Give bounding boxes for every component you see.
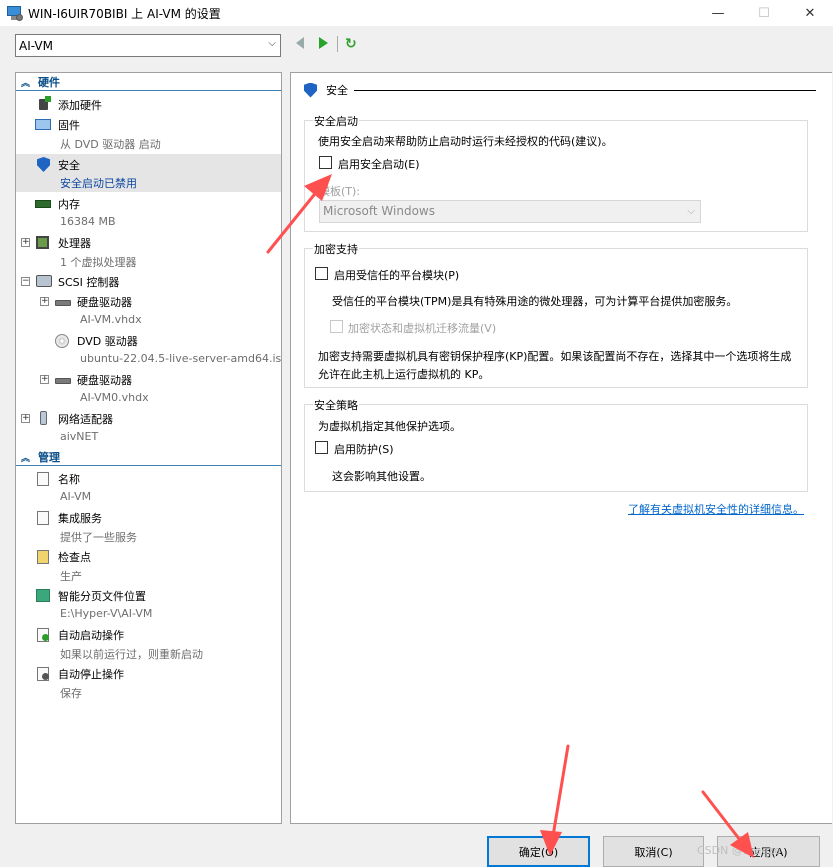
encrypt-traffic-checkbox[interactable] xyxy=(330,320,343,333)
tree-item-name[interactable]: 名称 AI-VM xyxy=(16,469,281,505)
template-label: 模板(T): xyxy=(319,185,361,198)
tree-item-scsi-controller[interactable]: − SCSI 控制器 xyxy=(16,272,281,290)
chevron-down-icon: ⌵ xyxy=(268,38,276,49)
scsi-controller-icon xyxy=(36,275,52,287)
tree-item-smart-paging[interactable]: 智能分页文件位置 E:\Hyper-V\AI-VM xyxy=(16,586,281,622)
encryption-support-group: 加密支持 启用受信任的平台模块(P) 受信任的平台模块(TPM)是具有特殊用途的… xyxy=(304,241,808,388)
panel-title: 安全 xyxy=(326,84,348,97)
tpm-checkbox-label[interactable]: 启用受信任的平台模块(P) xyxy=(334,267,459,283)
shielding-checkbox[interactable] xyxy=(315,441,328,454)
network-adapter-icon xyxy=(40,411,47,425)
collapse-icon[interactable]: − xyxy=(21,277,30,286)
collapse-icon[interactable]: ︽ xyxy=(21,76,30,89)
auto-stop-icon xyxy=(37,667,49,681)
expand-icon[interactable]: + xyxy=(40,297,49,306)
tree-item-memory[interactable]: 内存 16384 MB xyxy=(16,194,281,230)
section-header-management[interactable]: ︽ 管理 xyxy=(16,449,281,466)
processor-icon xyxy=(36,236,49,249)
tpm-checkbox[interactable] xyxy=(315,267,328,280)
header-divider xyxy=(354,89,816,91)
toolbar-separator xyxy=(337,36,338,52)
secure-boot-group: 安全启动 使用安全启动来帮助防止启动时运行未经授权的代码(建议)。 启用安全启动… xyxy=(304,113,808,232)
vm-selector[interactable]: AI-VM ⌵ xyxy=(15,34,281,57)
expand-icon[interactable]: + xyxy=(40,375,49,384)
section-header-hardware[interactable]: ︽ 硬件 xyxy=(16,74,281,91)
firmware-icon xyxy=(35,119,51,130)
tree-item-hard-drive-2[interactable]: + 硬盘驱动器 AI-VM0.vhdx xyxy=(16,370,281,406)
security-settings-panel: 安全 安全启动 使用安全启动来帮助防止启动时运行未经授权的代码(建议)。 启用安… xyxy=(290,72,832,824)
shield-icon xyxy=(304,82,317,98)
tree-item-auto-stop[interactable]: 自动停止操作 保存 xyxy=(16,664,281,700)
dvd-disc-icon xyxy=(55,334,69,348)
cancel-button[interactable]: 取消(C) xyxy=(603,836,704,867)
vm-selector-value: AI-VM xyxy=(19,38,53,53)
auto-start-icon xyxy=(37,628,49,642)
kp-description-line2: 允许在此主机上运行虚拟机的 KP。 xyxy=(318,368,490,381)
secure-boot-description: 使用安全启动来帮助防止启动时运行未经授权的代码(建议)。 xyxy=(318,135,613,148)
security-policy-group: 安全策略 为虚拟机指定其他保护选项。 启用防护(S) 这会影响其他设置。 xyxy=(304,397,808,492)
ok-button[interactable]: 确定(O) xyxy=(487,836,590,867)
checkpoint-icon xyxy=(37,550,49,564)
panel-header: 安全 xyxy=(304,82,816,98)
policy-group-title: 安全策略 xyxy=(313,397,359,413)
close-button[interactable]: ✕ xyxy=(787,0,833,26)
collapse-icon[interactable]: ︽ xyxy=(21,451,30,464)
refresh-icon[interactable]: ↻ xyxy=(345,36,357,52)
name-icon xyxy=(37,472,49,486)
minimize-button[interactable]: — xyxy=(695,0,741,26)
paging-file-icon xyxy=(36,589,50,602)
secure-boot-checkbox[interactable] xyxy=(319,156,332,169)
policy-description: 为虚拟机指定其他保护选项。 xyxy=(318,420,461,433)
add-hardware-icon xyxy=(39,96,51,110)
hyperv-settings-icon xyxy=(6,5,23,21)
chevron-down-icon: ⌵ xyxy=(687,206,695,217)
tree-item-network-adapter[interactable]: + 网络适配器 aivNET xyxy=(16,409,281,445)
expand-icon[interactable]: + xyxy=(21,238,30,247)
integration-services-icon xyxy=(37,511,49,525)
title-bar: WIN-I6UIR70BIBI 上 AI-VM 的设置 — ☐ ✕ xyxy=(0,0,833,26)
tree-item-integration-services[interactable]: 集成服务 提供了一些服务 xyxy=(16,508,281,544)
shielding-description: 这会影响其他设置。 xyxy=(332,470,431,483)
encrypt-traffic-label: 加密状态和虚拟机迁移流量(V) xyxy=(348,322,497,335)
template-select[interactable]: Microsoft Windows ⌵ xyxy=(319,200,701,223)
maximize-button[interactable]: ☐ xyxy=(741,0,787,26)
secure-boot-checkbox-label[interactable]: 启用安全启动(E) xyxy=(338,156,420,172)
expand-icon[interactable]: + xyxy=(21,414,30,423)
tree-item-hard-drive-1[interactable]: + 硬盘驱动器 AI-VM.vhdx xyxy=(16,292,281,328)
hard-drive-icon xyxy=(55,300,71,306)
hard-drive-icon xyxy=(55,378,71,384)
shielding-checkbox-label[interactable]: 启用防护(S) xyxy=(334,441,394,457)
settings-tree: ︽ 硬件 添加硬件 固件 从 DVD 驱动器 启动 安全 安全启动已禁用 内存 … xyxy=(15,72,282,824)
tpm-description: 受信任的平台模块(TPM)是具有特殊用途的微处理器，可为计算平台提供加密服务。 xyxy=(332,295,738,308)
tree-item-security[interactable]: 安全 安全启动已禁用 xyxy=(16,154,281,192)
tree-item-auto-start[interactable]: 自动启动操作 如果以前运行过，则重新启动 xyxy=(16,625,281,661)
tree-item-checkpoints[interactable]: 检查点 生产 xyxy=(16,547,281,583)
tree-item-add-hardware[interactable]: 添加硬件 xyxy=(16,95,281,113)
watermark: CSDN @Breeze xyxy=(697,844,781,857)
kp-description-line1: 加密支持需要虚拟机具有密钥保护程序(KP)配置。如果该配置尚不存在，选择其中一个… xyxy=(318,350,792,363)
learn-more-link[interactable]: 了解有关虚拟机安全性的详细信息。 xyxy=(628,501,804,517)
forward-arrow-icon[interactable] xyxy=(319,37,328,49)
back-arrow-icon[interactable] xyxy=(296,37,304,49)
secure-boot-group-title: 安全启动 xyxy=(313,113,359,129)
window-title: WIN-I6UIR70BIBI 上 AI-VM 的设置 xyxy=(28,6,221,21)
tree-item-firmware[interactable]: 固件 从 DVD 驱动器 启动 xyxy=(16,115,281,151)
shield-icon xyxy=(37,157,50,172)
memory-icon xyxy=(35,200,51,208)
tree-item-processor[interactable]: + 处理器 1 个虚拟处理器 xyxy=(16,233,281,269)
encryption-group-title: 加密支持 xyxy=(313,241,359,257)
tree-item-dvd-drive[interactable]: DVD 驱动器 ubuntu-22.04.5-live-server-amd64… xyxy=(16,331,281,367)
